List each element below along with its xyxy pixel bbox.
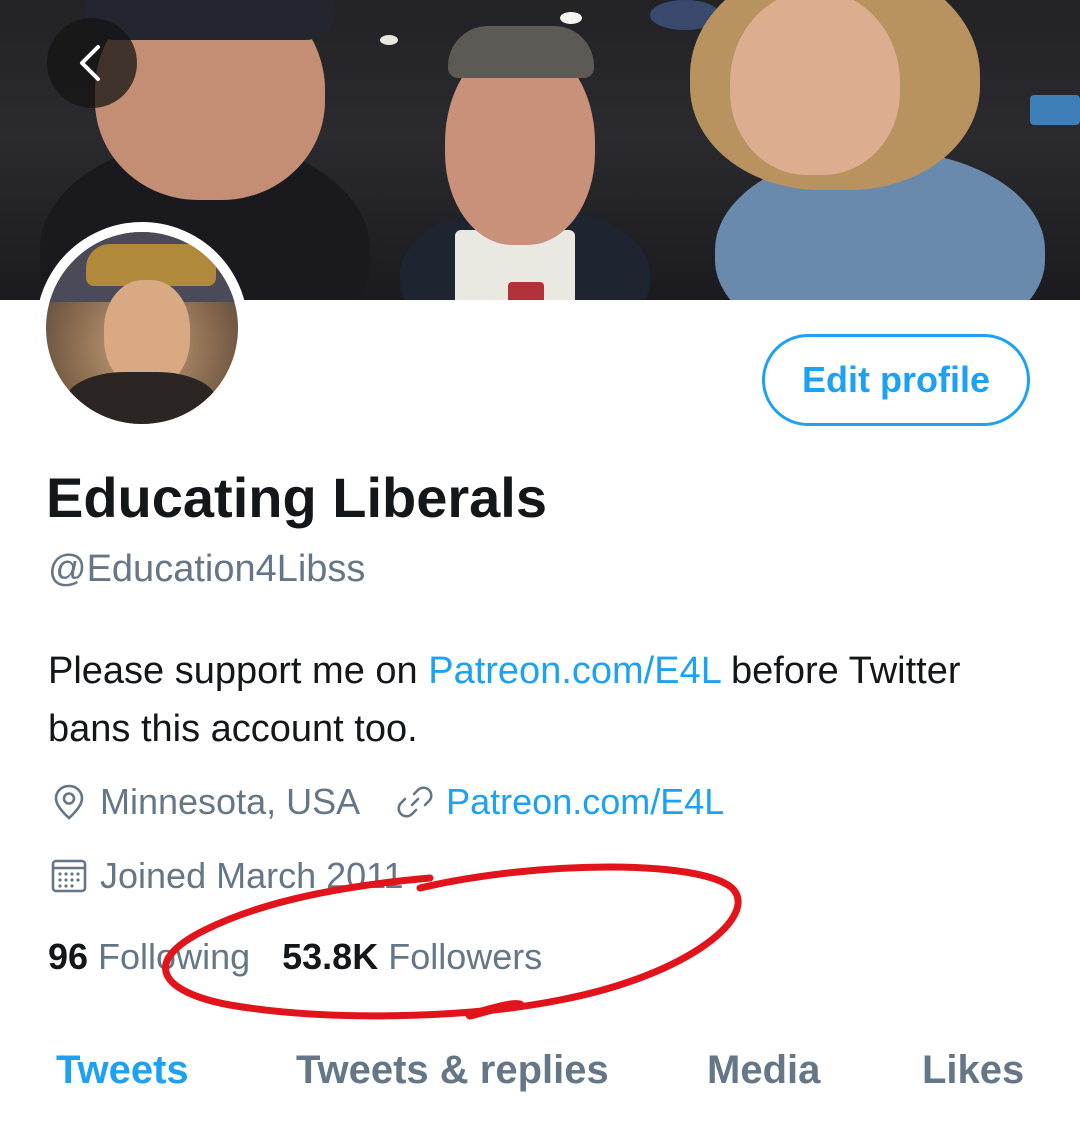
joined-row: Joined March 2011 (48, 851, 404, 901)
website-link[interactable]: Patreon.com/E4L (446, 781, 724, 823)
tab-tweets[interactable]: Tweets (56, 1030, 189, 1110)
following-link[interactable]: 96 Following (48, 936, 250, 978)
followers-label: Followers (388, 936, 543, 977)
joined-date: Joined March 2011 (100, 855, 404, 896)
followers-link[interactable]: 53.8K Followers (282, 936, 542, 978)
following-label: Following (98, 936, 251, 977)
avatar-photo (46, 232, 238, 424)
location-text: Minnesota, USA (100, 781, 361, 822)
ceiling-light (560, 12, 582, 24)
link-icon (394, 781, 436, 823)
location-pin-icon (48, 781, 90, 823)
profile-tabs: Tweets Tweets & replies Media Likes (0, 1030, 1080, 1110)
person-hair (448, 26, 594, 78)
display-name: Educating Liberals (46, 466, 547, 529)
tab-tweets-and-replies[interactable]: Tweets & replies (296, 1030, 609, 1110)
avatar[interactable] (36, 222, 248, 434)
profile-stats: 96 Following 53.8K Followers (48, 932, 542, 982)
following-count: 96 (48, 936, 89, 977)
clothing (66, 372, 216, 424)
calendar-icon (48, 855, 90, 897)
profile-meta-row: Minnesota, USA Patreon.com/E4L (48, 777, 724, 827)
ceiling-light (380, 35, 398, 45)
person-tie (508, 282, 544, 300)
tab-likes[interactable]: Likes (922, 1030, 1024, 1110)
tab-media[interactable]: Media (707, 1030, 820, 1110)
chevron-left-icon (70, 41, 114, 85)
edit-profile-button[interactable]: Edit profile (762, 334, 1030, 426)
background-screen (1030, 95, 1080, 125)
bio-link[interactable]: Patreon.com/E4L (428, 650, 720, 692)
username-handle: @Education4Libss (48, 548, 366, 590)
person-face (730, 0, 900, 175)
bio: Please support me on Patreon.com/E4L bef… (48, 642, 1038, 758)
followers-count: 53.8K (282, 936, 379, 977)
bio-text: Please support me on (48, 650, 429, 692)
back-button[interactable] (47, 18, 137, 108)
